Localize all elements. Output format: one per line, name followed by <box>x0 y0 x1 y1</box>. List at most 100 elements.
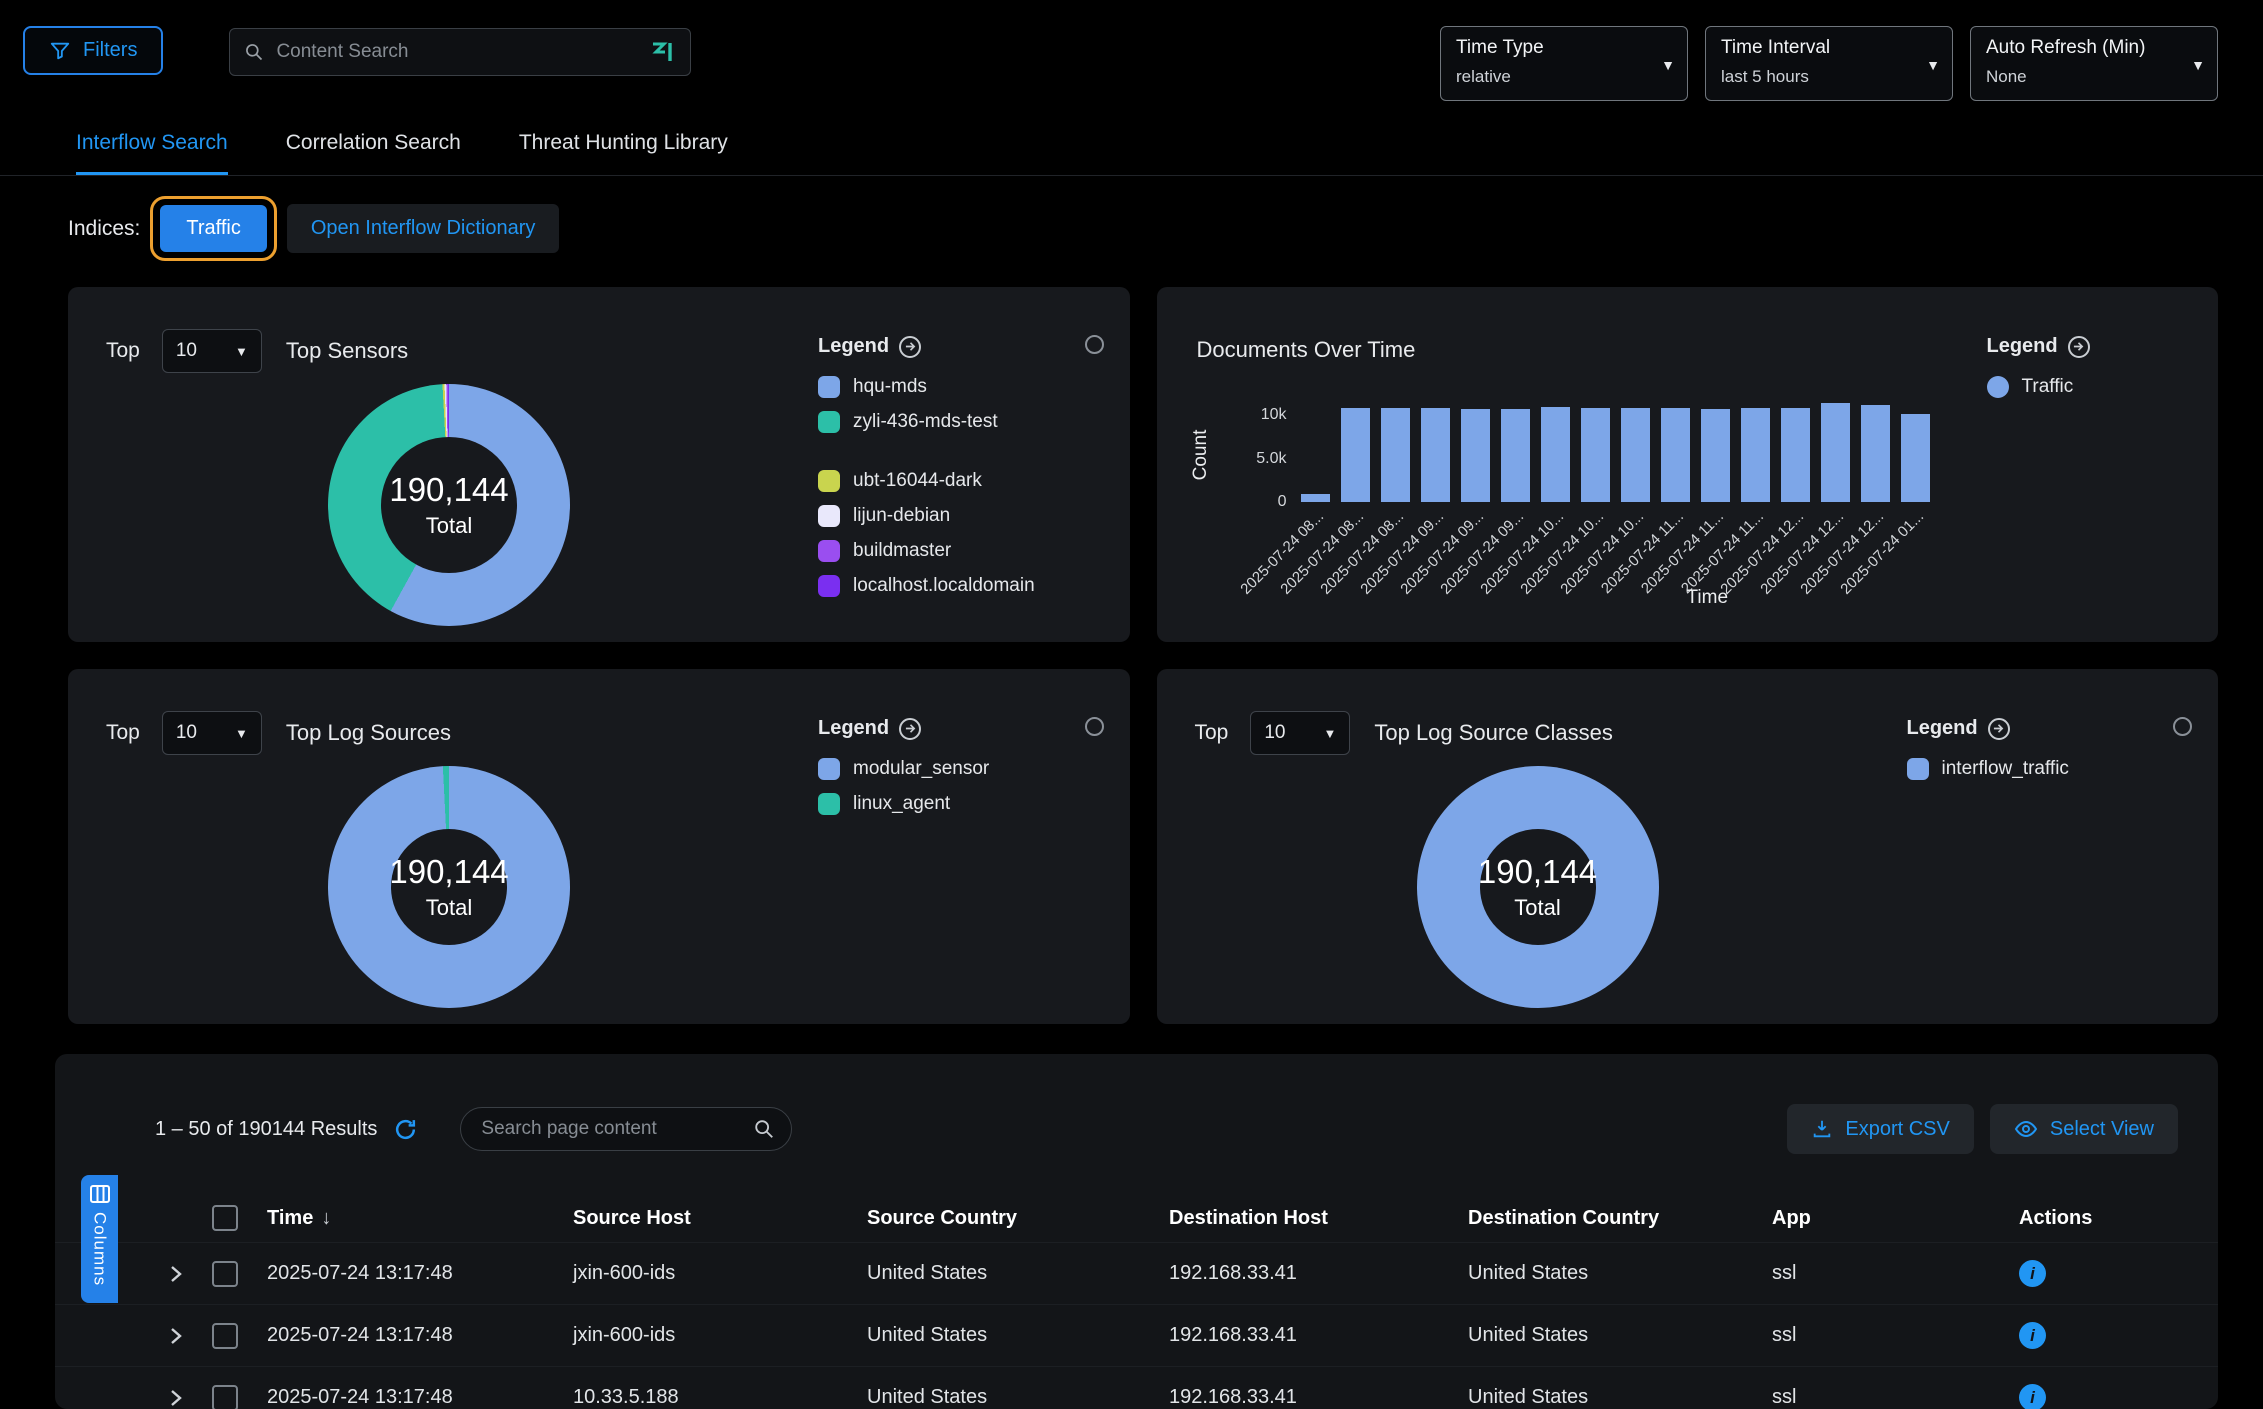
cell-source-host: jxin-600-ids <box>573 1262 867 1285</box>
bar[interactable] <box>1421 408 1450 502</box>
page-search-box <box>460 1107 792 1151</box>
bar[interactable] <box>1621 408 1650 502</box>
bar[interactable] <box>1541 407 1570 502</box>
legend-items: Traffic <box>1987 376 2179 398</box>
col-header-app[interactable]: App <box>1772 1207 2019 1230</box>
top-sensors-donut-chart[interactable]: 190,144 Total <box>328 384 570 626</box>
top-label: Top <box>1195 721 1229 745</box>
auto-refresh-dropdown[interactable]: Auto Refresh (Min) None ▼ <box>1970 26 2218 101</box>
top-log-sources-donut-chart[interactable]: 190,144 Total <box>328 766 570 1008</box>
select-view-button[interactable]: Select View <box>1990 1104 2178 1154</box>
legend-item[interactable]: localhost.localdomain <box>818 575 1090 597</box>
top-log-source-classes-donut-chart[interactable]: 190,144 Total <box>1417 766 1659 1008</box>
top-label: Top <box>106 339 140 363</box>
documents-over-time-bar-chart[interactable] <box>1301 398 1930 502</box>
columns-button[interactable]: Columns <box>81 1175 118 1303</box>
y-axis-title: Count <box>1190 430 1212 481</box>
info-icon[interactable]: i <box>2019 1322 2046 1349</box>
bar[interactable] <box>1381 408 1410 502</box>
legend-toggle-icon[interactable] <box>899 336 921 358</box>
radio-button[interactable] <box>1085 717 1104 736</box>
tab-correlation-search[interactable]: Correlation Search <box>286 131 461 175</box>
top-count-select[interactable]: 10 ▼ <box>1250 711 1350 755</box>
legend-item[interactable]: linux_agent <box>818 793 1090 815</box>
radio-button[interactable] <box>1085 335 1104 354</box>
col-header-source-country[interactable]: Source Country <box>867 1207 1169 1230</box>
table-row[interactable]: 2025-07-24 13:17:48jxin-600-idsUnited St… <box>55 1304 2218 1366</box>
panel-header: Top 10 ▼ Top Log Source Classes <box>1195 711 1613 755</box>
radio-button[interactable] <box>2173 717 2192 736</box>
col-header-label: Source Host <box>573 1207 691 1230</box>
legend-item[interactable]: hqu-mds <box>818 376 1090 398</box>
legend: Legend hqu-mds zyli-436-mds-test ubt-16044… <box>818 335 1090 597</box>
bar[interactable] <box>1341 408 1370 502</box>
legend-item[interactable]: interflow_traffic <box>1907 758 2179 780</box>
open-interflow-dictionary-button[interactable]: Open Interflow Dictionary <box>287 204 560 253</box>
export-csv-button[interactable]: Export CSV <box>1787 1104 1973 1154</box>
col-header-destination-host[interactable]: Destination Host <box>1169 1207 1468 1230</box>
time-interval-dropdown[interactable]: Time Interval last 5 hours ▼ <box>1705 26 1953 101</box>
y-axis-tick: 5.0k <box>1256 450 1286 468</box>
bar[interactable] <box>1741 408 1770 502</box>
col-header-time[interactable]: Time ↓ <box>267 1207 573 1230</box>
top-count-select[interactable]: 10 ▼ <box>162 329 262 373</box>
row-checkbox[interactable] <box>212 1261 238 1287</box>
donut-total-label: Total <box>1514 895 1560 921</box>
legend-toggle-icon[interactable] <box>899 718 921 740</box>
bar[interactable] <box>1501 409 1530 502</box>
filters-button[interactable]: Filters <box>23 26 163 75</box>
col-header-destination-country[interactable]: Destination Country <box>1468 1207 1772 1230</box>
expand-row-icon[interactable] <box>170 1265 212 1283</box>
eye-icon <box>2014 1117 2038 1141</box>
cell-destination-country: United States <box>1468 1262 1772 1285</box>
top-count-select[interactable]: 10 ▼ <box>162 711 262 755</box>
time-type-label: Time Type <box>1456 37 1651 59</box>
legend-label: modular_sensor <box>853 758 989 780</box>
bar[interactable] <box>1901 414 1930 502</box>
bar[interactable] <box>1661 408 1690 502</box>
traffic-index-button[interactable]: Traffic <box>160 205 266 252</box>
documents-over-time-panel: Documents Over Time Legend Traffic Count… <box>1157 287 2219 642</box>
legend-swatch <box>818 793 840 815</box>
legend-toggle-icon[interactable] <box>1988 718 2010 740</box>
legend-item[interactable]: ubt-16044-dark <box>818 470 1090 492</box>
row-checkbox[interactable] <box>212 1323 238 1349</box>
tab-threat-hunting-library[interactable]: Threat Hunting Library <box>519 131 728 175</box>
bar[interactable] <box>1701 409 1730 502</box>
time-type-dropdown[interactable]: Time Type relative ▼ <box>1440 26 1688 101</box>
info-icon[interactable]: i <box>2019 1260 2046 1287</box>
bar[interactable] <box>1861 405 1890 502</box>
bar[interactable] <box>1301 494 1330 502</box>
legend-item[interactable]: modular_sensor <box>818 758 1090 780</box>
columns-button-label: Columns <box>90 1212 110 1286</box>
page-search-input[interactable] <box>461 1108 791 1150</box>
auto-refresh-value: None <box>1986 67 2181 87</box>
bar[interactable] <box>1821 403 1850 502</box>
legend-item[interactable]: lijun-debian <box>818 505 1090 527</box>
legend-header: Legend <box>818 335 1090 358</box>
tab-interflow-search[interactable]: Interflow Search <box>76 131 228 175</box>
info-icon[interactable]: i <box>2019 1384 2046 1409</box>
top-count-value: 10 <box>1264 722 1285 744</box>
bar[interactable] <box>1581 408 1610 502</box>
search-icon <box>244 42 264 62</box>
bar[interactable] <box>1461 409 1490 502</box>
expand-row-icon[interactable] <box>170 1327 212 1345</box>
legend-item[interactable]: zyli-436-mds-test <box>818 411 1090 433</box>
legend-toggle-icon[interactable] <box>2068 336 2090 358</box>
legend-item[interactable]: Traffic <box>1987 376 2179 398</box>
content-search-input[interactable] <box>274 40 640 64</box>
bar[interactable] <box>1781 408 1810 502</box>
row-checkbox[interactable] <box>212 1385 238 1409</box>
legend-label: zyli-436-mds-test <box>853 411 998 433</box>
expand-row-icon[interactable] <box>170 1389 212 1407</box>
refresh-icon[interactable] <box>393 1117 418 1142</box>
stellar-logo-icon[interactable] <box>650 41 676 63</box>
table-row[interactable]: 2025-07-24 13:17:48jxin-600-idsUnited St… <box>55 1242 2218 1304</box>
cell-destination-host: 192.168.33.41 <box>1169 1324 1468 1347</box>
col-header-source-host[interactable]: Source Host <box>573 1207 867 1230</box>
select-all-checkbox[interactable] <box>212 1205 238 1231</box>
table-row[interactable]: 2025-07-24 13:17:4810.33.5.188United Sta… <box>55 1366 2218 1409</box>
legend-item[interactable]: buildmaster <box>818 540 1090 562</box>
legend-swatch <box>818 540 840 562</box>
